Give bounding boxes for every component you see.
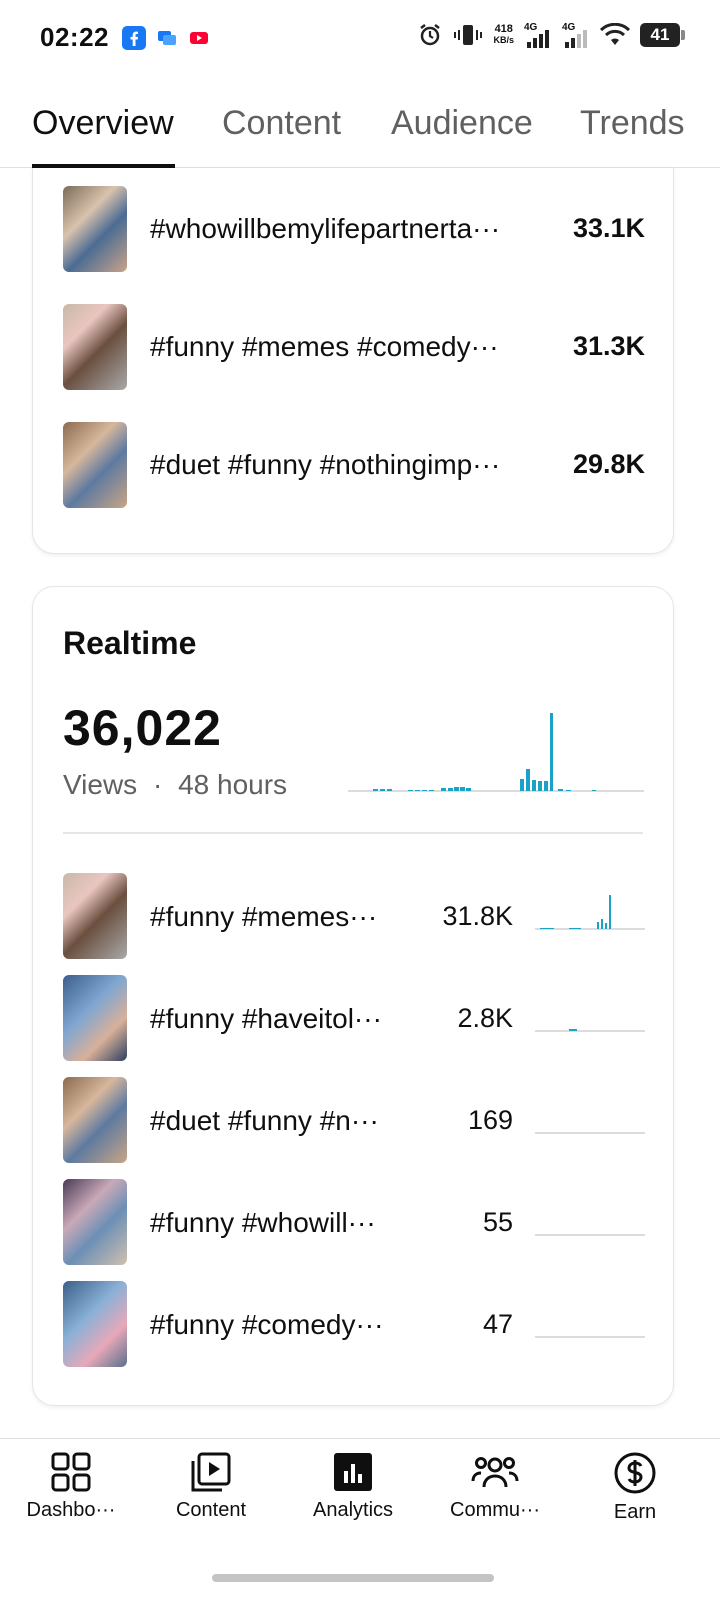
divider — [63, 832, 643, 834]
list-item[interactable]: #funny #memes··· 31.8K — [33, 869, 675, 971]
video-views: 29.8K — [572, 449, 645, 479]
separator: · — [152, 769, 163, 800]
nav-analytics[interactable]: Analytics — [288, 1451, 418, 1522]
sparkline — [535, 1132, 645, 1134]
tab-trends[interactable]: Trends — [580, 104, 685, 143]
list-item[interactable]: #funny #whowill··· 55 — [33, 1175, 675, 1277]
nav-label: Analytics — [312, 1499, 394, 1521]
wifi-icon — [600, 23, 630, 45]
video-thumbnail — [63, 1281, 127, 1367]
video-views: 47 — [482, 1309, 513, 1339]
notification-icons — [122, 26, 210, 50]
list-item[interactable]: #duet #funny #nothingimp··· 29.8K — [33, 404, 675, 522]
list-item[interactable]: #whowillbemylifepartnerta··· 33.1K — [33, 168, 675, 286]
battery-level: 41 — [650, 25, 670, 44]
vibrate-icon — [454, 25, 483, 45]
video-views: 169 — [467, 1105, 513, 1135]
realtime-views-count: 36,022 — [63, 700, 222, 756]
sparkline — [535, 895, 645, 930]
video-thumbnail — [63, 1077, 127, 1163]
nav-dashboard[interactable]: Dashbo··· — [6, 1451, 136, 1522]
video-thumbnail — [63, 186, 127, 272]
views-label: Views — [63, 769, 138, 800]
net-speed: 418 KB/s — [493, 24, 514, 46]
battery-icon: 41 — [640, 23, 685, 47]
list-item[interactable]: #funny #memes #comedy··· 31.3K — [33, 286, 675, 404]
sparkline — [535, 1029, 645, 1032]
analytics-icon — [334, 1453, 372, 1491]
tab-audience[interactable]: Audience — [391, 104, 533, 143]
status-time: 02:22 — [40, 22, 109, 52]
status-bar: 02:22 418 KB/s 4G 4G 41 — [0, 0, 720, 80]
nav-label: Content — [175, 1499, 247, 1521]
video-thumbnail — [63, 422, 127, 508]
realtime-subtitle: Views · 48 hours — [63, 769, 287, 801]
video-title: #whowillbemylifepartnerta··· — [150, 213, 501, 244]
dashboard-icon — [51, 1452, 91, 1492]
community-icon — [471, 1457, 519, 1488]
net-speed-value: 418 — [494, 23, 513, 35]
video-title: #funny #comedy··· — [150, 1309, 384, 1340]
realtime-title: Realtime — [63, 625, 197, 661]
tab-overview[interactable]: Overview — [32, 104, 174, 143]
nav-label: Earn — [613, 1501, 657, 1523]
video-thumbnail — [63, 1179, 127, 1265]
nav-community[interactable]: Commu··· — [430, 1451, 560, 1522]
video-views: 55 — [482, 1207, 513, 1237]
video-views: 2.8K — [457, 1003, 513, 1033]
tab-content[interactable]: Content — [222, 104, 341, 143]
nav-label: Dashbo··· — [26, 1499, 116, 1521]
video-title: #funny #memes··· — [150, 901, 378, 932]
video-title: #duet #funny #nothingimp··· — [150, 449, 501, 480]
content-icon — [191, 1452, 231, 1492]
video-thumbnail — [63, 873, 127, 959]
alarm-icon — [420, 24, 441, 46]
video-views: 31.3K — [572, 331, 645, 361]
video-views: 31.8K — [442, 901, 513, 931]
messenger-icon — [158, 31, 176, 45]
list-item[interactable]: #funny #comedy··· 47 — [33, 1277, 675, 1379]
video-views: 33.1K — [572, 213, 645, 243]
realtime-views-chart — [348, 713, 644, 792]
video-thumbnail — [63, 304, 127, 390]
list-item[interactable]: #funny #haveitol··· 2.8K — [33, 971, 675, 1073]
signal-icon-2: 4G — [562, 22, 590, 48]
video-thumbnail — [63, 975, 127, 1061]
net-speed-unit: KB/s — [493, 35, 514, 45]
earn-icon — [614, 1452, 656, 1494]
facebook-icon — [122, 26, 146, 50]
list-item[interactable]: #duet #funny #n··· 169 — [33, 1073, 675, 1175]
nav-content[interactable]: Content — [146, 1451, 276, 1522]
top-content-card: #whowillbemylifepartnerta··· 33.1K #funn… — [32, 168, 674, 554]
nav-label: Commu··· — [450, 1499, 540, 1521]
video-title: #duet #funny #n··· — [150, 1105, 379, 1136]
home-indicator[interactable] — [212, 1574, 494, 1582]
video-title: #funny #haveitol··· — [150, 1003, 382, 1034]
nav-earn[interactable]: Earn — [570, 1451, 700, 1524]
sparkline — [535, 1336, 645, 1338]
system-icons: 418 KB/s 4G 4G 41 — [417, 22, 685, 48]
period-label: 48 hours — [178, 769, 288, 800]
sparkline — [535, 1234, 645, 1236]
youtube-icon — [190, 32, 208, 44]
analytics-tabs: Overview Content Audience Trends — [0, 80, 720, 168]
signal-icon: 4G — [524, 22, 552, 48]
video-title: #funny #whowill··· — [150, 1207, 376, 1238]
realtime-card[interactable]: Realtime 36,022 Views · 48 hours #funny … — [32, 586, 674, 1406]
video-title: #funny #memes #comedy··· — [150, 331, 499, 362]
